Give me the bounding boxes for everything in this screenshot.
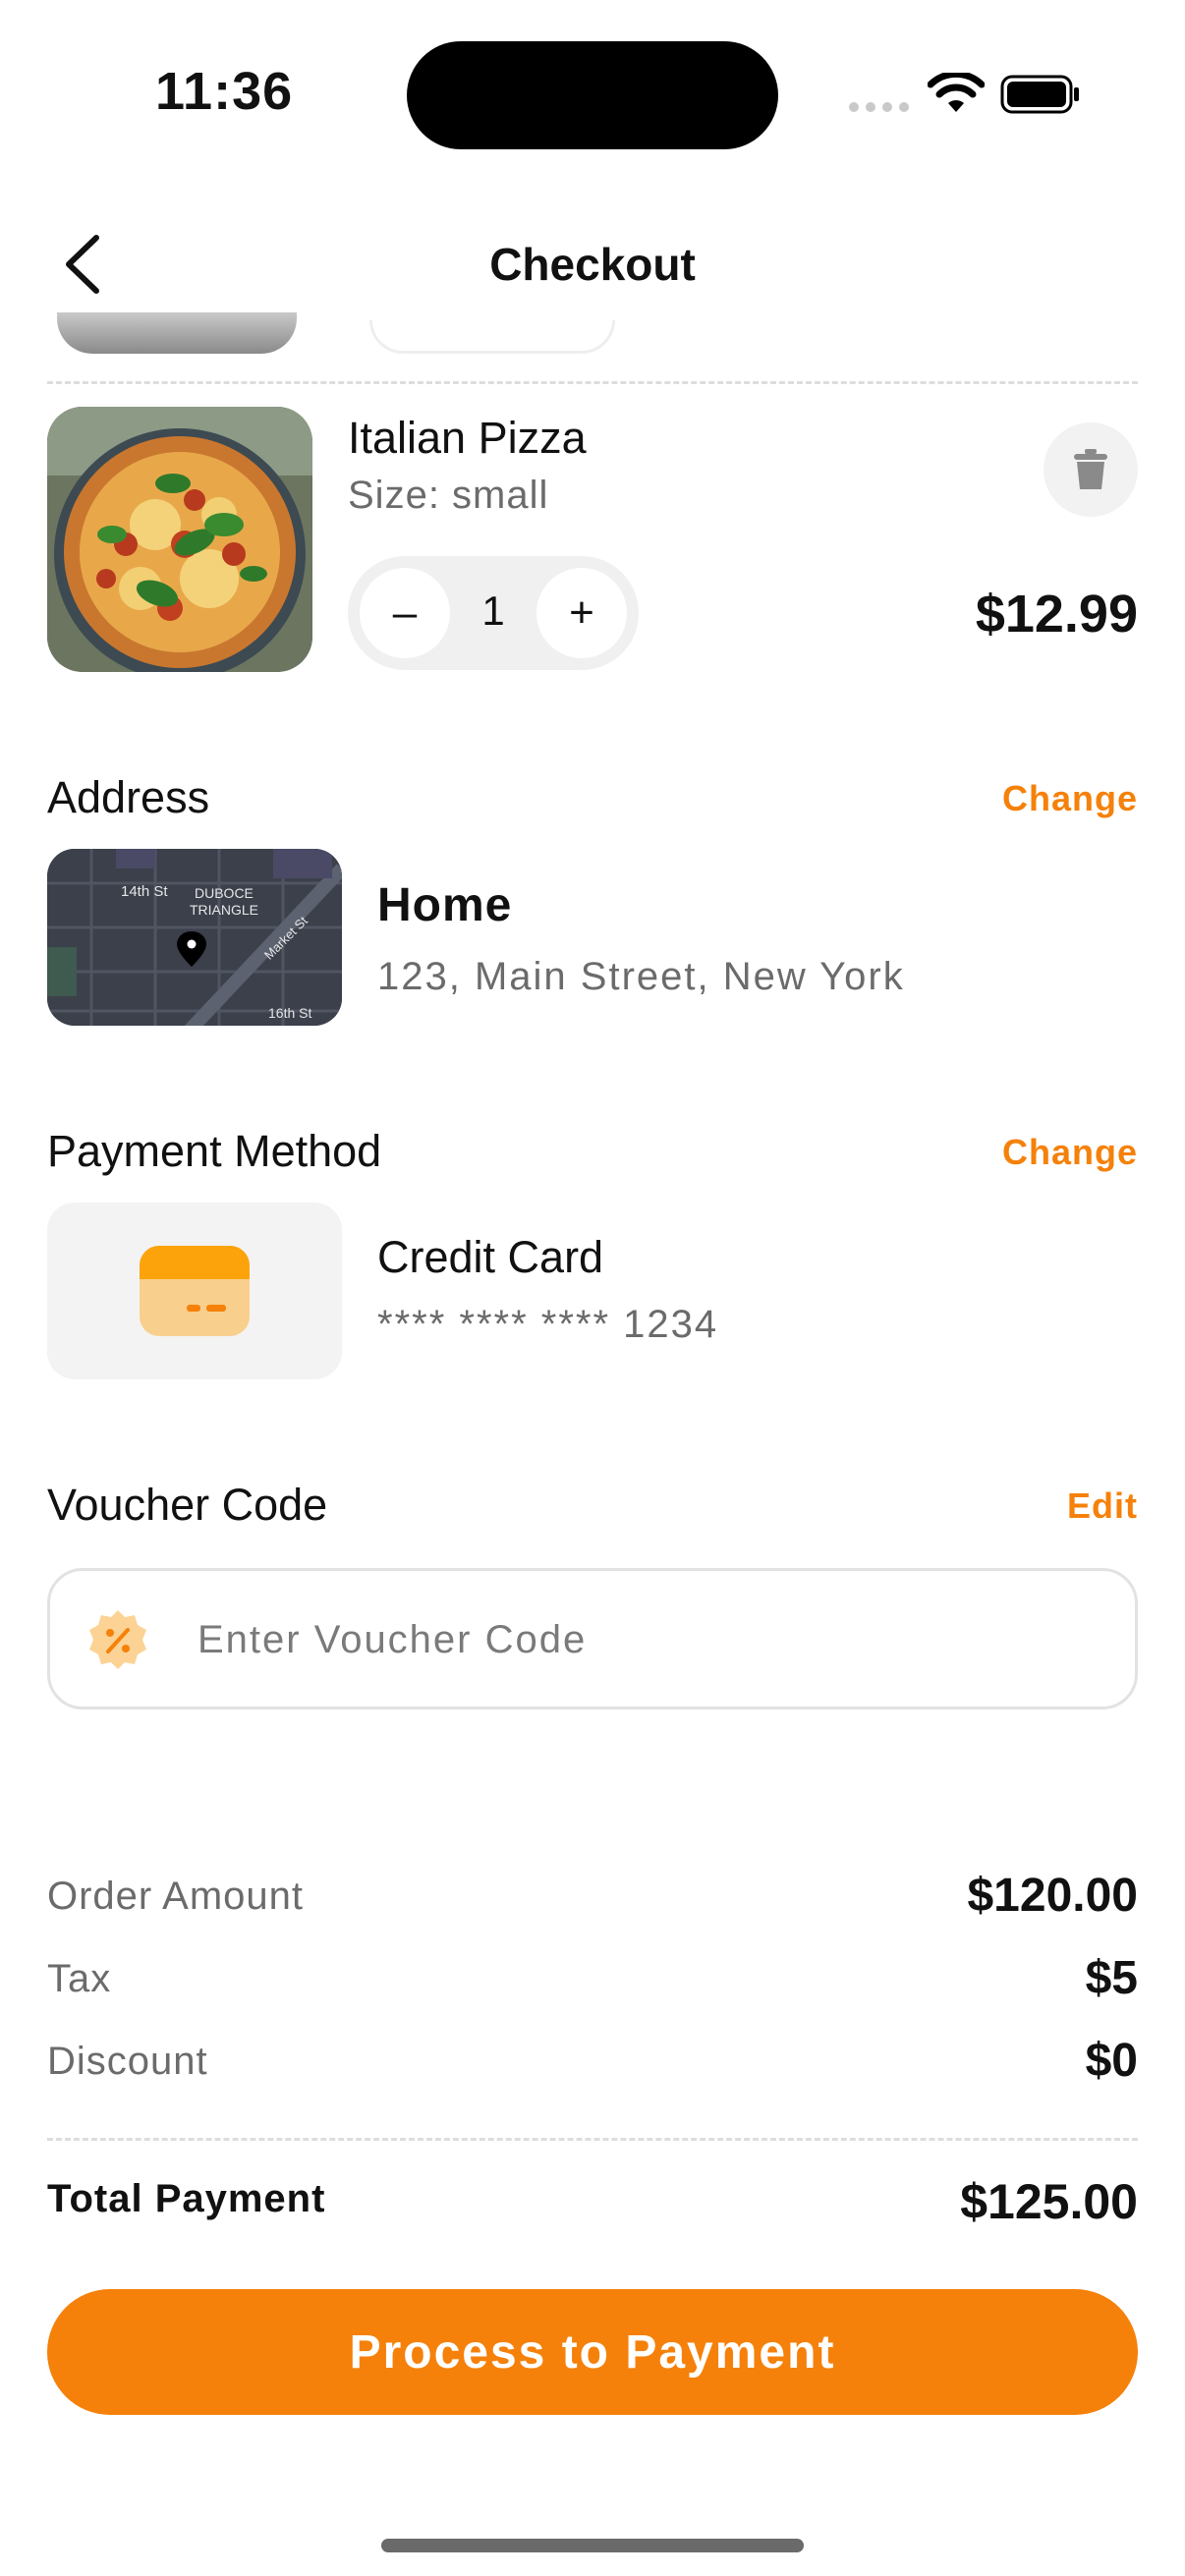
map-label-16th: 16th St [268,1005,311,1021]
increment-button[interactable]: + [536,568,627,658]
cellular-signal-icon [849,102,909,112]
payment-section-label: Payment Method [47,1126,382,1176]
dynamic-island [407,41,778,149]
wifi-icon [928,73,985,112]
order-amount-label: Order Amount [47,1875,305,1918]
credit-card-icon [140,1246,250,1336]
trash-icon [1074,449,1107,489]
discount-label: Discount [47,2040,208,2083]
voucher-field [47,1568,1138,1709]
status-time: 11:36 [155,62,294,121]
previous-item-stepper [369,320,615,354]
voucher-edit-link[interactable]: Edit [1067,1485,1138,1527]
address-change-link[interactable]: Change [1002,778,1138,819]
address-section-label: Address [47,772,210,822]
tax-value: $5 [1085,1952,1138,2004]
previous-item-image [57,312,297,354]
payment-change-link[interactable]: Change [1002,1132,1138,1173]
quantity-value: 1 [481,588,505,634]
item-name: Italian Pizza [348,413,587,463]
discount-value: $0 [1085,2035,1138,2087]
map-label-district-1: DUBOCE [195,885,254,901]
decrement-button[interactable]: – [360,568,450,658]
item-size: Size: small [348,474,549,517]
total-payment-value: $125.00 [960,2174,1138,2229]
voucher-section-label: Voucher Code [47,1480,328,1530]
page-title: Checkout [489,239,696,290]
order-amount-value: $120.00 [967,1870,1138,1922]
pizza-image [47,407,312,672]
home-indicator[interactable] [381,2539,804,2552]
address-map-thumbnail: 14th St DUBOCE TRIANGLE Market St 16th S… [47,849,342,1026]
divider [47,381,1138,384]
process-payment-button[interactable]: Process to Payment [47,2289,1138,2415]
divider [47,2138,1138,2141]
card-number: **** **** **** 1234 [377,1303,719,1346]
address-line: 123, Main Street, New York [377,955,905,998]
map-label-district-2: TRIANGLE [190,902,258,918]
discount-badge-icon [89,1610,146,1669]
tax-label: Tax [47,1957,112,2000]
total-payment-label: Total Payment [47,2177,326,2220]
delete-item-button[interactable] [1044,422,1138,517]
map-label-14th: 14th St [121,883,168,900]
battery-icon [1000,75,1079,114]
quantity-stepper: – 1 + [348,556,639,670]
item-price: $12.99 [975,585,1138,644]
address-name: Home [377,879,513,931]
payment-card-thumbnail [47,1203,342,1379]
payment-method-name: Credit Card [377,1232,604,1282]
voucher-input[interactable] [198,1604,1082,1675]
